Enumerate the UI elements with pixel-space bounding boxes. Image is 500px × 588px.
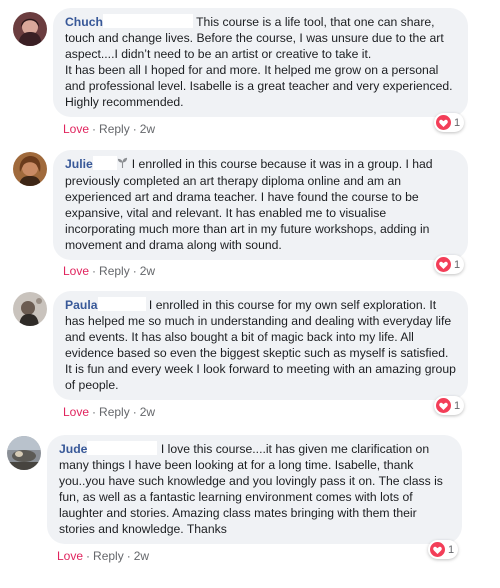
- reply-button[interactable]: Reply: [99, 264, 130, 278]
- reply-button[interactable]: Reply: [93, 549, 124, 563]
- avatar[interactable]: [13, 152, 47, 186]
- timestamp[interactable]: 2w: [140, 122, 155, 136]
- timestamp[interactable]: 2w: [140, 405, 155, 419]
- comment-text-continued: It has been all I hoped for and more. It…: [65, 63, 453, 109]
- redacted-name: [97, 297, 146, 311]
- comment-actions: Love · Reply · 2w: [63, 122, 156, 136]
- comment-author[interactable]: Jude: [59, 442, 87, 456]
- reaction-count[interactable]: 1: [434, 396, 465, 415]
- timestamp[interactable]: 2w: [134, 549, 149, 563]
- avatar[interactable]: [13, 12, 47, 46]
- avatar[interactable]: [7, 436, 41, 470]
- love-button[interactable]: Love: [63, 405, 89, 419]
- love-button[interactable]: Love: [63, 264, 89, 278]
- heart-icon: [436, 115, 451, 130]
- heart-icon: [436, 398, 451, 413]
- redacted-name: [102, 14, 193, 28]
- comment-author[interactable]: Paula: [65, 298, 98, 312]
- reaction-count[interactable]: 1: [434, 255, 465, 274]
- comment-bubble: Julie I enrolled in this course because …: [53, 150, 468, 260]
- comment-author[interactable]: Julie: [65, 157, 93, 171]
- comment-text: I love this course....it has given me cl…: [59, 442, 443, 536]
- comment-actions: Love · Reply · 2w: [57, 549, 150, 563]
- reaction-count[interactable]: 1: [428, 540, 459, 559]
- love-button[interactable]: Love: [63, 122, 89, 136]
- redacted-name: [87, 441, 158, 455]
- comment-actions: Love · Reply · 2w: [63, 405, 156, 419]
- reaction-count[interactable]: 1: [434, 113, 465, 132]
- heart-icon: [430, 542, 445, 557]
- heart-icon: [436, 257, 451, 272]
- comment-author[interactable]: Chuch: [65, 15, 103, 29]
- comment-bubble: Chuch This course is a life tool, that o…: [53, 8, 468, 117]
- comment-actions: Love · Reply · 2w: [63, 264, 156, 278]
- love-button[interactable]: Love: [57, 549, 83, 563]
- timestamp[interactable]: 2w: [140, 264, 155, 278]
- sprout-icon: [117, 157, 128, 173]
- comment-text: I enrolled in this course for my own sel…: [65, 298, 456, 392]
- avatar[interactable]: [13, 292, 47, 326]
- redacted-name: [92, 156, 117, 170]
- reply-button[interactable]: Reply: [99, 405, 130, 419]
- comment-bubble: Paula I enrolled in this course for my o…: [53, 291, 468, 400]
- reply-button[interactable]: Reply: [99, 122, 130, 136]
- comment-bubble: Jude I love this course....it has given …: [47, 435, 462, 544]
